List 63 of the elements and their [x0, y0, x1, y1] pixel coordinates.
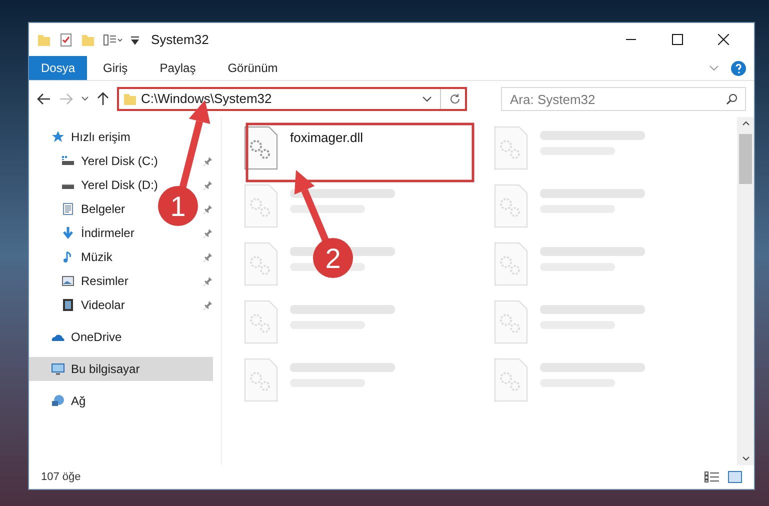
pin-icon[interactable] [203, 156, 213, 166]
ribbon-tab[interactable]: Görünüm [212, 56, 294, 80]
scroll-up-icon[interactable] [742, 121, 750, 126]
dropdown-icon[interactable] [131, 34, 139, 44]
step-number: 2 [325, 243, 341, 274]
sidebar-item[interactable]: İndirmeler [29, 221, 138, 245]
address-path: C:\Windows\System32 [141, 90, 272, 108]
maximize-icon [672, 34, 682, 45]
pin-icon[interactable] [203, 228, 213, 238]
search-field[interactable]: Ara: System32 [501, 87, 746, 111]
search-icon [726, 93, 738, 105]
step-marker [313, 238, 353, 278]
view-list-icon[interactable] [103, 32, 123, 46]
minimize-icon [626, 38, 636, 40]
refresh-icon[interactable] [449, 93, 461, 105]
up-arrow-icon[interactable] [97, 92, 109, 106]
folder-icon [123, 92, 137, 106]
picture-icon [61, 274, 75, 288]
sidebar-item[interactable]: Videolar [29, 293, 129, 317]
pin-icon[interactable] [203, 300, 213, 310]
drive-icon [61, 154, 75, 168]
back-arrow-icon[interactable] [37, 93, 51, 105]
file-name: foximager.dll [290, 129, 363, 147]
ribbon-tab[interactable]: Giriş [87, 56, 144, 80]
close-icon [718, 34, 728, 45]
document-icon [61, 202, 75, 216]
sidebar-item[interactable]: Belgeler [29, 197, 130, 221]
ribbon-tab[interactable]: Dosya [29, 56, 88, 80]
sidebar-item[interactable]: Yerel Disk (D:) [29, 173, 162, 197]
properties-icon[interactable] [59, 32, 73, 46]
scroll-thumb[interactable] [739, 134, 752, 184]
address-field[interactable]: C:\Windows\System32 [117, 87, 467, 111]
sidebar-item[interactable]: Yerel Disk (C:) [29, 149, 162, 173]
step-number: 1 [170, 191, 186, 222]
pin-icon[interactable] [203, 276, 213, 286]
sidebar-item[interactable]: Ağ [29, 389, 213, 413]
globe-icon [51, 394, 65, 408]
file-item[interactable]: foximager.dll [242, 122, 472, 180]
sidebar-item[interactable]: Hızlı erişim [29, 125, 213, 149]
details-view-icon[interactable] [704, 471, 720, 483]
scroll-down-icon[interactable] [742, 456, 750, 461]
expand-ribbon-icon[interactable] [709, 65, 719, 71]
step-marker [158, 186, 198, 226]
star-icon [51, 130, 65, 144]
scrollbar[interactable] [737, 117, 754, 465]
large-icons-view-icon[interactable] [728, 471, 742, 483]
dropdown-icon[interactable] [422, 96, 432, 102]
pin-icon[interactable] [203, 252, 213, 262]
help-icon[interactable] [731, 60, 746, 76]
pin-icon[interactable] [203, 180, 213, 190]
recent-dropdown-icon[interactable] [81, 96, 89, 102]
sidebar-item[interactable]: Müzik [29, 245, 116, 269]
pin-icon[interactable] [203, 204, 213, 214]
item-count: 107 öğe [41, 470, 81, 485]
down-arrow-icon [61, 226, 75, 240]
window-title: System32 [151, 30, 209, 49]
ribbon-tab[interactable]: Paylaş [144, 56, 212, 80]
monitor-icon [51, 362, 65, 376]
sidebar-item[interactable]: Bu bilgisayar [29, 357, 213, 381]
film-icon [61, 298, 75, 312]
forward-arrow-icon[interactable] [59, 93, 73, 105]
sidebar-item[interactable]: Resimler [29, 269, 132, 293]
sidebar-item[interactable]: OneDrive [29, 325, 213, 349]
